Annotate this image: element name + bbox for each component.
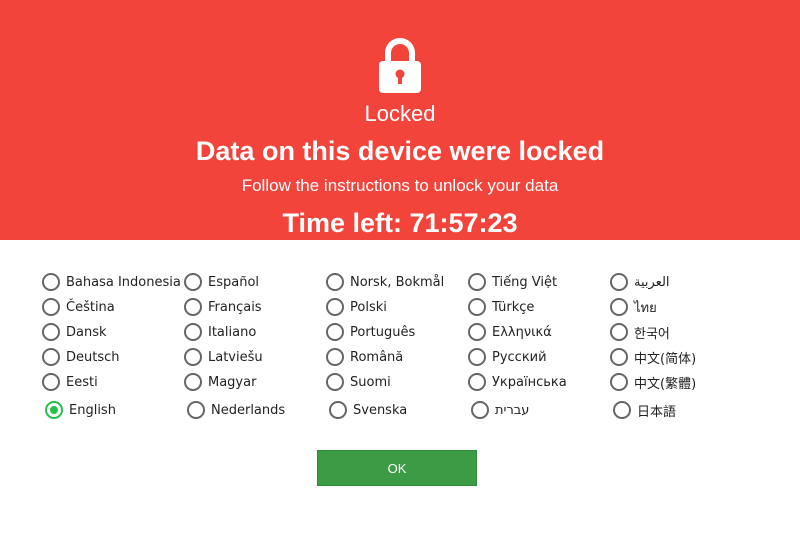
locked-status-label: Locked (364, 101, 436, 126)
radio-button[interactable] (613, 401, 631, 419)
language-option-polski[interactable]: Polski (326, 296, 387, 318)
language-option-ivrit[interactable]: עברית (471, 399, 529, 421)
language-option-suomi[interactable]: Suomi (326, 371, 391, 393)
language-option-thai[interactable]: ไทย (610, 296, 657, 318)
language-option-svenska[interactable]: Svenska (329, 399, 407, 421)
radio-button[interactable] (610, 298, 628, 316)
radio-button[interactable] (326, 323, 344, 341)
language-option-russkiy[interactable]: Русский (468, 346, 547, 368)
radio-button[interactable] (42, 273, 60, 291)
language-option-ukrainska[interactable]: Українська (468, 371, 567, 393)
radio-button[interactable] (610, 373, 628, 391)
language-label: 中文(繁體) (634, 376, 697, 392)
language-option-italiano[interactable]: Italiano (184, 321, 256, 343)
language-label: Polski (350, 299, 387, 315)
radio-button[interactable] (610, 323, 628, 341)
language-label: Eesti (66, 374, 98, 390)
language-label: Norsk, Bokmål (350, 274, 445, 290)
language-label: Français (208, 299, 262, 315)
radio-button[interactable] (468, 323, 486, 341)
radio-button[interactable] (468, 373, 486, 391)
language-option-francais[interactable]: Français (184, 296, 262, 318)
instructions-text: Follow the instructions to unlock your d… (241, 176, 559, 195)
language-option-nederlands[interactable]: Nederlands (187, 399, 285, 421)
language-label: 中文(简体) (634, 351, 697, 367)
radio-button[interactable] (184, 273, 202, 291)
lock-icon (379, 38, 421, 93)
radio-button[interactable] (42, 323, 60, 341)
radio-button[interactable] (184, 373, 202, 391)
language-label: ไทย (634, 300, 657, 316)
lock-banner: Locked Data on this device were locked F… (0, 0, 800, 240)
radio-button[interactable] (471, 401, 489, 419)
language-label: 日本語 (637, 404, 677, 420)
language-label: Español (208, 274, 260, 290)
language-label: Dansk (66, 324, 107, 340)
language-label: Українська (492, 374, 567, 390)
radio-button[interactable] (42, 348, 60, 366)
radio-button[interactable] (184, 348, 202, 366)
radio-button[interactable] (326, 373, 344, 391)
ok-button[interactable]: OK (317, 450, 477, 486)
language-label: العربية (634, 274, 670, 290)
language-option-bahasa-indonesia[interactable]: Bahasa Indonesia (42, 271, 181, 293)
language-option-chinese-simplified[interactable]: 中文(简体) (610, 346, 696, 368)
language-option-ellinika[interactable]: Ελληνικά (468, 321, 552, 343)
radio-button[interactable] (184, 323, 202, 341)
radio-button[interactable] (42, 298, 60, 316)
language-label: Magyar (208, 374, 257, 390)
radio-button[interactable] (326, 298, 344, 316)
language-option-english[interactable]: English (45, 399, 116, 421)
radio-button[interactable] (326, 348, 344, 366)
language-option-arabic[interactable]: العربية (610, 271, 670, 293)
language-option-magyar[interactable]: Magyar (184, 371, 256, 393)
language-option-norsk[interactable]: Norsk, Bokmål (326, 271, 444, 293)
language-label: Čeština (66, 299, 115, 315)
language-label: Русский (492, 349, 547, 365)
radio-button[interactable] (326, 273, 344, 291)
language-label: Tiếng Việt (492, 274, 558, 290)
language-label: Português (350, 324, 416, 340)
language-selector: Bahasa Indonesia Čeština Dansk Deutsch E… (0, 268, 800, 428)
language-option-dansk[interactable]: Dansk (42, 321, 107, 343)
language-label: English (69, 402, 116, 418)
radio-button-selected[interactable] (45, 401, 63, 419)
language-option-espanol[interactable]: Español (184, 271, 259, 293)
language-label: Svenska (353, 402, 408, 418)
language-option-portugues[interactable]: Português (326, 321, 415, 343)
language-label: Suomi (350, 374, 391, 390)
language-label: Deutsch (66, 349, 120, 365)
radio-button[interactable] (468, 298, 486, 316)
radio-button[interactable] (184, 298, 202, 316)
radio-button[interactable] (468, 348, 486, 366)
radio-button[interactable] (468, 273, 486, 291)
language-label: עברית (495, 402, 530, 418)
language-option-deutsch[interactable]: Deutsch (42, 346, 120, 368)
language-option-romana[interactable]: Română (326, 346, 403, 368)
language-option-korean[interactable]: 한국어 (610, 321, 670, 343)
radio-button[interactable] (610, 348, 628, 366)
language-label: Latviešu (208, 349, 263, 365)
language-label: Türkçe (492, 299, 535, 315)
language-option-eesti[interactable]: Eesti (42, 371, 98, 393)
language-option-latviesu[interactable]: Latviešu (184, 346, 263, 368)
language-label: 한국어 (634, 326, 670, 342)
countdown-timer: Time left: 71:57:23 (282, 208, 518, 238)
language-option-chinese-traditional[interactable]: 中文(繁體) (610, 371, 696, 393)
language-label: Bahasa Indonesia (66, 274, 181, 290)
radio-button[interactable] (329, 401, 347, 419)
page-title: Data on this device were locked (195, 136, 605, 166)
radio-button[interactable] (42, 373, 60, 391)
language-label: Nederlands (211, 402, 286, 418)
radio-button[interactable] (187, 401, 205, 419)
radio-button[interactable] (610, 273, 628, 291)
language-option-tieng-viet[interactable]: Tiếng Việt (468, 271, 557, 293)
language-option-turkce[interactable]: Türkçe (468, 296, 534, 318)
language-label: Română (350, 349, 404, 365)
language-option-cestina[interactable]: Čeština (42, 296, 115, 318)
language-option-japanese[interactable]: 日本語 (613, 399, 676, 421)
language-label: Italiano (208, 324, 257, 340)
language-label: Ελληνικά (492, 324, 552, 340)
